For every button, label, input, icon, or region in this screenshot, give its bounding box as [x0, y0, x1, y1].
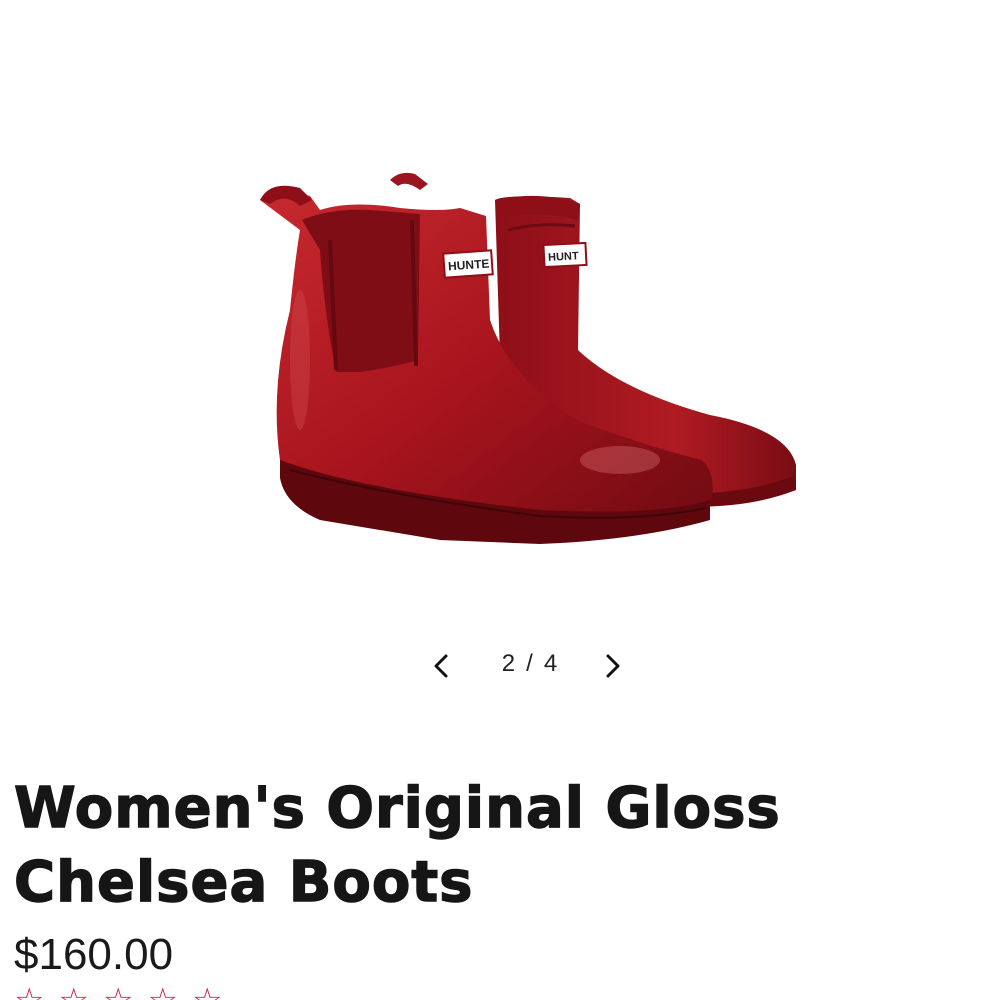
product-image[interactable]: HUNT HUNTE: [240, 160, 810, 560]
product-page: HUNT HUNTE 2 / 4 Women's Original Gloss …: [0, 0, 1000, 1000]
star-icon: ☆: [14, 984, 44, 1000]
star-icon: ☆: [103, 984, 133, 1000]
star-icon: ☆: [147, 984, 177, 1000]
counter-separator: /: [526, 650, 534, 677]
previous-image-button[interactable]: [424, 648, 460, 684]
star-icon: ☆: [58, 984, 88, 1000]
star-icon: ☆: [192, 984, 222, 1000]
svg-text:HUNTE: HUNTE: [448, 257, 490, 274]
next-image-button[interactable]: [594, 648, 630, 684]
product-title: Women's Original Gloss Chelsea Boots: [13, 775, 781, 915]
star-rating[interactable]: ☆ ☆ ☆ ☆ ☆: [14, 984, 222, 1000]
chevron-left-icon: [434, 654, 448, 678]
current-image-number: 2: [501, 650, 517, 677]
front-boot: HUNTE: [260, 185, 713, 544]
image-counter: 2 / 4: [480, 650, 580, 678]
product-gallery[interactable]: HUNT HUNTE: [0, 0, 1000, 640]
total-images-number: 4: [543, 650, 559, 677]
chevron-right-icon: [606, 654, 620, 678]
product-price: $160.00: [14, 930, 174, 979]
carousel-navigation: 2 / 4: [0, 640, 1000, 690]
svg-text:HUNT: HUNT: [548, 250, 579, 264]
